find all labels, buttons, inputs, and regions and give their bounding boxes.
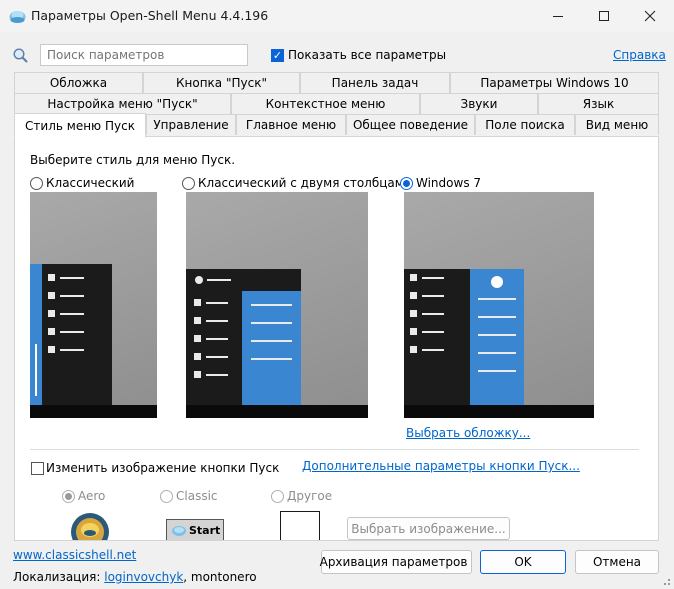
button-params-link[interactable]: Дополнительные параметры кнопки Пуск... [302, 459, 580, 473]
window-title: Параметры Open-Shell Menu 4.4.196 [31, 8, 269, 23]
ok-button[interactable]: OK [480, 550, 566, 574]
choose-skin-link[interactable]: Выбрать обложку... [406, 426, 530, 440]
choose-image-button[interactable]: Выбрать изображение... [347, 517, 510, 540]
search-icon [13, 48, 28, 63]
style-win7-label[interactable]: Windows 7 [416, 176, 481, 190]
search-input[interactable] [40, 44, 248, 66]
change-button-image-checkbox[interactable] [31, 462, 44, 475]
localization-label: Локализация: loginvovchyk, montonero [13, 570, 257, 584]
archive-settings-button[interactable]: Архивация параметров [319, 550, 472, 574]
shell-icon [172, 525, 186, 536]
classic-start-button-preview: Start [166, 519, 224, 540]
tab-windows10[interactable]: Параметры Windows 10 [450, 72, 659, 93]
style-classic-label[interactable]: Классический [46, 176, 134, 190]
close-icon[interactable] [627, 0, 673, 32]
preview-classic[interactable] [30, 192, 157, 418]
style-win7-radio[interactable] [400, 177, 413, 190]
tab-menu-look[interactable]: Вид меню [575, 114, 659, 135]
style-two-columns-radio[interactable] [182, 177, 195, 190]
custom-image-preview [280, 511, 320, 540]
button-other-label: Другое [287, 489, 333, 503]
help-link[interactable]: Справка [613, 48, 666, 62]
classic-start-text: Start [189, 524, 221, 537]
cancel-button[interactable]: Отмена [575, 550, 659, 574]
aero-orb-icon [71, 513, 109, 540]
button-classic-radio[interactable] [160, 490, 173, 503]
divider [30, 449, 639, 450]
tab-sounds[interactable]: Звуки [420, 93, 538, 114]
tab-start-button[interactable]: Кнопка "Пуск" [143, 72, 300, 93]
tab-controls[interactable]: Управление [146, 114, 236, 135]
tab-skin[interactable]: Обложка [14, 72, 143, 93]
archive-settings-label: Архивация параметров [319, 555, 468, 569]
localization-prefix: Локализация: [13, 570, 101, 584]
style-two-columns-label[interactable]: Классический с двумя столбцами [198, 176, 412, 190]
button-other-radio[interactable] [271, 490, 284, 503]
style-classic-radio[interactable] [30, 177, 43, 190]
site-link[interactable]: www.classicshell.net [13, 548, 136, 562]
preview-two-columns[interactable] [186, 192, 368, 418]
tab-customize-start[interactable]: Настройка меню "Пуск" [14, 93, 231, 114]
button-aero-label: Aero [78, 489, 106, 503]
app-shell-icon [9, 11, 26, 23]
change-button-image-label: Изменить изображение кнопки Пуск [46, 461, 280, 475]
localization-author2: , montonero [183, 570, 257, 584]
localization-author-link[interactable]: loginvovchyk [104, 570, 183, 584]
show-all-label: Показать все параметры [288, 48, 447, 62]
tab-panel: Выберите стиль для меню Пуск. Классическ… [14, 136, 659, 541]
tab-start-menu-style[interactable]: Стиль меню Пуск [14, 113, 146, 138]
tab-general-behavior[interactable]: Общее поведение [346, 114, 475, 135]
style-prompt: Выберите стиль для меню Пуск. [30, 153, 236, 167]
button-classic-label: Classic [176, 489, 218, 503]
tab-taskbar[interactable]: Панель задач [300, 72, 450, 93]
tab-language[interactable]: Язык [538, 93, 659, 114]
tab-main-menu[interactable]: Главное меню [236, 114, 346, 135]
minimize-icon[interactable] [535, 0, 581, 32]
tab-search-box[interactable]: Поле поиска [475, 114, 575, 135]
preview-windows7[interactable] [404, 192, 594, 418]
button-aero-radio[interactable] [62, 490, 75, 503]
maximize-icon[interactable] [581, 0, 627, 32]
show-all-checkbox[interactable]: ✓ [271, 49, 284, 62]
title-bar: Параметры Open-Shell Menu 4.4.196 [0, 0, 674, 32]
tab-context-menu[interactable]: Контекстное меню [231, 93, 420, 114]
resize-grip-icon[interactable] [660, 575, 672, 587]
